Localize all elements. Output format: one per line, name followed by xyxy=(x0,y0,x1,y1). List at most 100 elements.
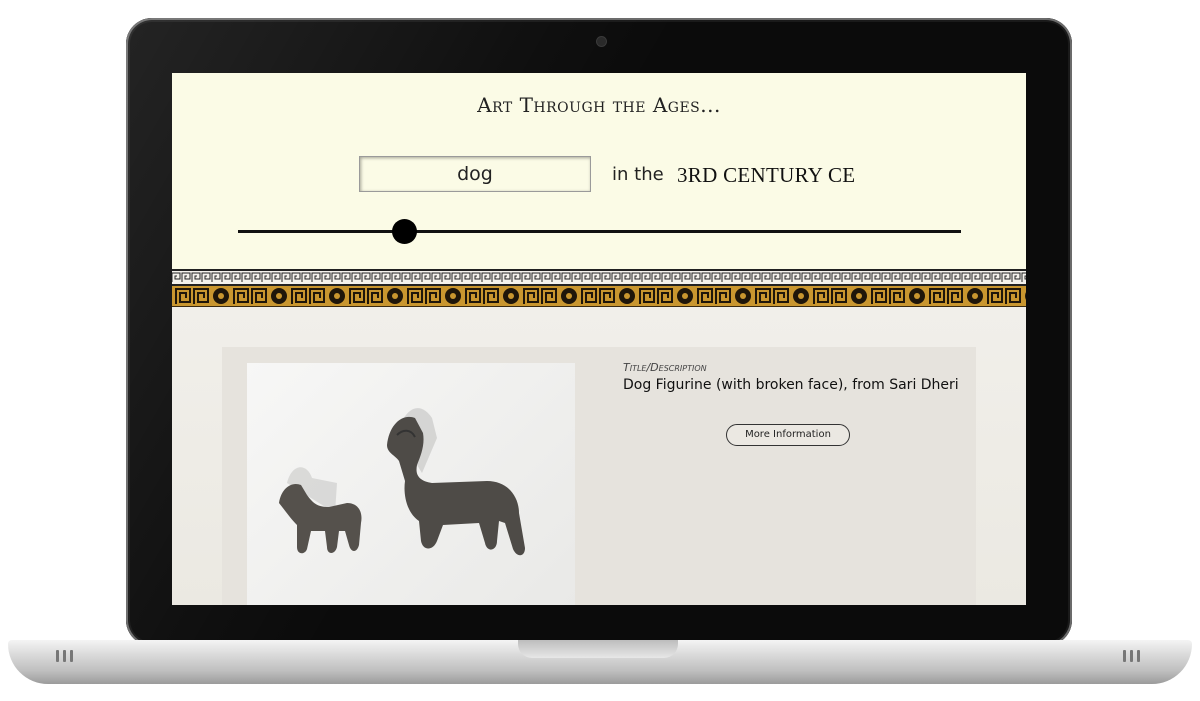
meander-segment xyxy=(181,272,191,282)
meander-segment xyxy=(321,272,331,282)
key-motif xyxy=(929,288,945,304)
rosette-center xyxy=(508,293,514,299)
meander-segment xyxy=(841,272,851,282)
meander-segment xyxy=(271,272,281,282)
meander-segment xyxy=(931,272,941,282)
meander-segment xyxy=(871,272,881,282)
meander-segment xyxy=(821,272,831,282)
speaker-grille-right xyxy=(1123,650,1140,662)
key-motif xyxy=(1005,288,1021,304)
rosette-center xyxy=(334,293,340,299)
key-motif xyxy=(291,288,307,304)
meander-segment xyxy=(351,272,361,282)
meander-segment xyxy=(231,272,241,282)
meander-segment xyxy=(301,272,311,282)
key-motif xyxy=(407,288,423,304)
key-motif xyxy=(639,288,655,304)
rosette-center xyxy=(740,293,746,299)
more-information-button[interactable]: More Information xyxy=(726,424,850,446)
key-motif xyxy=(581,288,597,304)
meander-segment xyxy=(691,272,701,282)
meander-segment xyxy=(901,272,911,282)
rosette-center xyxy=(856,293,862,299)
key-motif xyxy=(483,288,499,304)
meander-segment xyxy=(851,272,861,282)
meander-segment xyxy=(831,272,841,282)
key-motif xyxy=(193,288,209,304)
key-motif xyxy=(697,288,713,304)
meander-segment xyxy=(511,272,521,282)
meander-segment xyxy=(651,272,661,282)
key-motif xyxy=(233,288,249,304)
meander-segment xyxy=(281,272,291,282)
site-title: Art Through the Ages... xyxy=(477,93,721,117)
meander-segment xyxy=(471,272,481,282)
key-motif xyxy=(889,288,905,304)
meander-segment xyxy=(551,272,561,282)
chevron-up-icon[interactable] xyxy=(637,603,663,605)
meander-segment xyxy=(981,272,991,282)
meander-segment xyxy=(801,272,811,282)
rosette-center xyxy=(218,293,224,299)
key-and-rosette-strip xyxy=(172,286,1026,307)
rosette-center xyxy=(276,293,282,299)
meander-segment xyxy=(541,272,551,282)
key-motif xyxy=(599,288,615,304)
artwork-photo[interactable] xyxy=(247,363,575,605)
description-label: Title/Description xyxy=(623,361,707,374)
meander-segment xyxy=(641,272,651,282)
key-motif xyxy=(349,288,365,304)
meander-segment xyxy=(971,272,981,282)
meander-segment xyxy=(191,272,201,282)
meander-segment xyxy=(681,272,691,282)
meander-segment xyxy=(961,272,971,282)
search-input[interactable] xyxy=(359,156,591,192)
key-motif xyxy=(175,288,191,304)
meander-segment xyxy=(811,272,821,282)
meander-segment xyxy=(1011,272,1021,282)
meander-segment xyxy=(731,272,741,282)
era-label: 3RD CENTURY CE xyxy=(677,163,856,187)
meander-strip xyxy=(172,269,1026,286)
speaker-grille-left xyxy=(56,650,73,662)
meander-segment xyxy=(361,272,371,282)
rosette-center xyxy=(972,293,978,299)
meander-segment xyxy=(441,272,451,282)
greek-key-border xyxy=(172,269,1026,307)
meander-segment xyxy=(911,272,921,282)
key-motif xyxy=(715,288,731,304)
meander-segment xyxy=(221,272,231,282)
meander-segment xyxy=(401,272,411,282)
meander-segment xyxy=(331,272,341,282)
timeline-slider-thumb[interactable] xyxy=(391,219,417,244)
meander-segment xyxy=(481,272,491,282)
meander-segment xyxy=(211,272,221,282)
key-motif xyxy=(541,288,557,304)
key-motif xyxy=(523,288,539,304)
rosette-center xyxy=(450,293,456,299)
meander-segment xyxy=(451,272,461,282)
webcam-icon xyxy=(597,37,606,46)
rosette-center xyxy=(624,293,630,299)
meander-segment xyxy=(611,272,621,282)
meander-segment xyxy=(591,272,601,282)
meander-segment xyxy=(891,272,901,282)
meander-segment xyxy=(501,272,511,282)
laptop-screen: Art Through the Ages... in the 3RD CENTU… xyxy=(172,73,1026,605)
key-motif xyxy=(465,288,481,304)
meander-segment xyxy=(621,272,631,282)
meander-segment xyxy=(881,272,891,282)
meander-segment xyxy=(721,272,731,282)
meander-segment xyxy=(951,272,961,282)
key-motif xyxy=(773,288,789,304)
meander-segment xyxy=(251,272,261,282)
meander-segment xyxy=(341,272,351,282)
meander-segment xyxy=(861,272,871,282)
meander-segment xyxy=(291,272,301,282)
rosette-center xyxy=(682,293,688,299)
meander-segment xyxy=(371,272,381,282)
rosette-center xyxy=(798,293,804,299)
meander-segment xyxy=(601,272,611,282)
timeline-slider-track[interactable] xyxy=(238,230,961,233)
key-motif xyxy=(309,288,325,304)
